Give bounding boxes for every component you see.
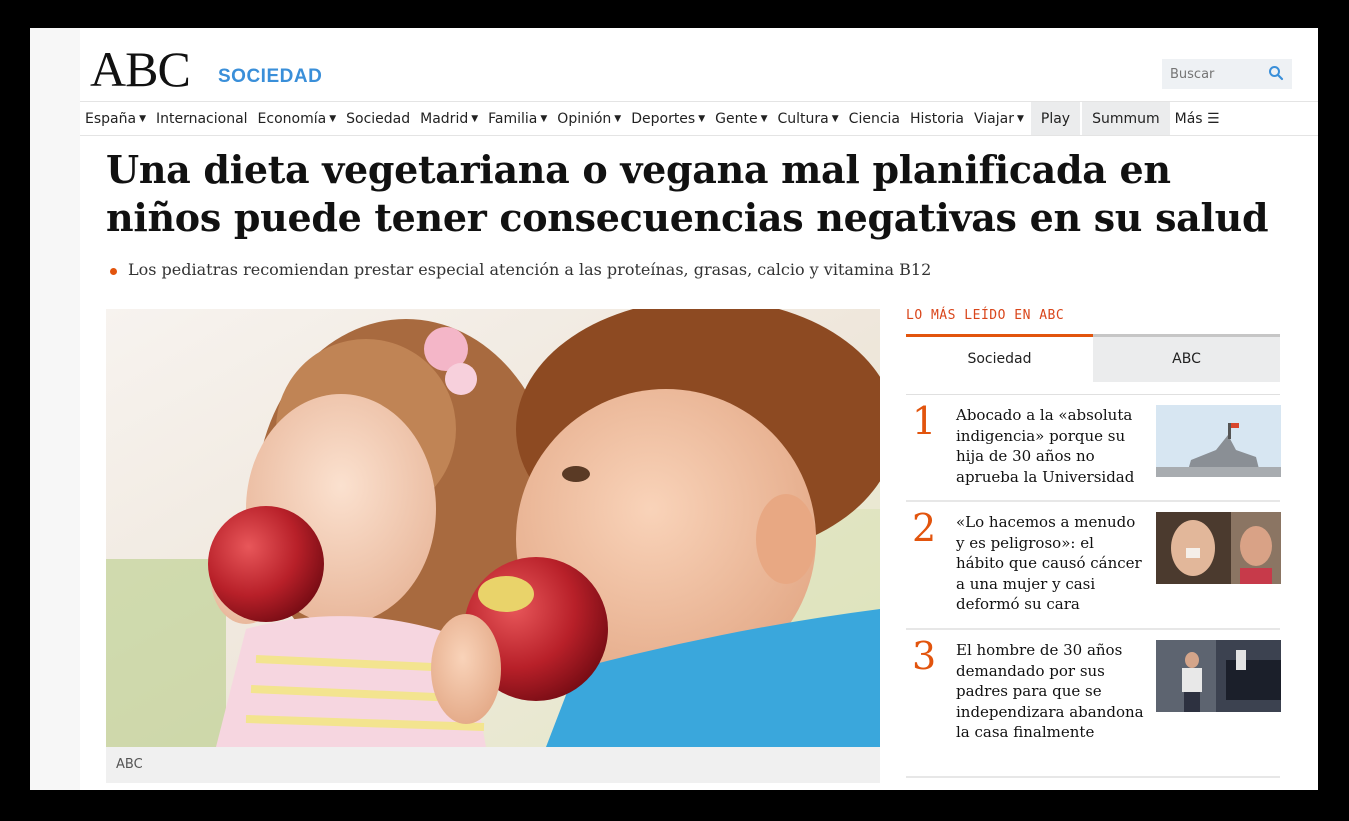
rank-thumbnail[interactable] — [1156, 512, 1281, 584]
nav-item-label: Opinión — [557, 110, 612, 127]
nav-item-label: Play — [1040, 110, 1071, 127]
caret-down-icon: ▼ — [540, 113, 548, 124]
search-box[interactable] — [1162, 59, 1292, 89]
article-subheadline: Los pediatras recomiendan prestar especi… — [110, 260, 931, 279]
photo-credit: ABC — [106, 747, 880, 783]
search-icon[interactable] — [1268, 65, 1284, 81]
tab-sociedad[interactable]: Sociedad — [906, 334, 1093, 382]
browser-viewport: ABC SOCIEDAD España▼InternacionalEconomí… — [30, 28, 1318, 790]
rank-thumbnail[interactable] — [1156, 405, 1281, 477]
nav-item-label: España — [85, 110, 137, 127]
building-image — [1156, 405, 1281, 477]
nav-item-label: Cultura — [777, 110, 829, 127]
rank-number: 1 — [912, 399, 937, 443]
nav-item-label: Deportes — [631, 110, 696, 127]
nav-item-familia[interactable]: Familia ▼ — [483, 102, 552, 135]
nav-item-españa[interactable]: España ▼ — [80, 102, 151, 135]
tab-abc[interactable]: ABC — [1093, 334, 1280, 382]
nav-item-label: Historia — [910, 110, 964, 127]
list-item[interactable]: 3 El hombre de 30 años demandado por sus… — [906, 630, 1281, 778]
nav-item-label: Ciencia — [848, 110, 900, 127]
nav-item-opinión[interactable]: Opinión ▼ — [552, 102, 626, 135]
nav-item-deportes[interactable]: Deportes ▼ — [626, 102, 710, 135]
nav-item-madrid[interactable]: Madrid ▼ — [415, 102, 483, 135]
article-headline: Una dieta vegetariana o vegana mal plani… — [106, 147, 1269, 240]
caret-down-icon: ▼ — [698, 113, 706, 124]
subheadline-text: Los pediatras recomiendan prestar especi… — [128, 260, 932, 279]
nav-item-play[interactable]: Play — [1030, 102, 1081, 135]
most-read-title: LO MÁS LEÍDO EN ABC — [906, 308, 1065, 323]
nav-item-label: Viajar — [974, 110, 1014, 127]
nav-item-label: Gente — [715, 110, 758, 127]
article-photo[interactable] — [106, 309, 880, 747]
caret-down-icon: ▼ — [1016, 113, 1024, 124]
rank-number: 2 — [912, 506, 937, 550]
abc-logo[interactable]: ABC — [90, 42, 191, 96]
nav-item-label: Sociedad — [346, 110, 411, 127]
search-input[interactable] — [1162, 66, 1265, 82]
rank-headline[interactable]: Abocado a la «absoluta indigencia» porqu… — [956, 405, 1146, 487]
caret-down-icon: ▼ — [329, 113, 337, 124]
news-page: ABC SOCIEDAD España▼InternacionalEconomí… — [80, 28, 1318, 790]
rank-headline[interactable]: «Lo hacemos a menudo y es peligroso»: el… — [956, 512, 1146, 615]
nav-item-cultura[interactable]: Cultura ▼ — [773, 102, 844, 135]
women-faces-image — [1156, 512, 1281, 584]
nav-item-label: Más ☰ — [1174, 110, 1220, 127]
rank-headline[interactable]: El hombre de 30 años demandado por sus p… — [956, 640, 1146, 743]
nav-item-economía[interactable]: Economía ▼ — [253, 102, 342, 135]
man-street-image — [1156, 640, 1281, 712]
screenshot-frame: ABC SOCIEDAD España▼InternacionalEconomí… — [6, 6, 1335, 805]
nav-item-más[interactable]: Más ☰ — [1170, 102, 1225, 135]
most-read-list: 1 Abocado a la «absoluta indigencia» por… — [906, 394, 1281, 778]
children-eating-apples-image — [106, 309, 880, 747]
most-read-tabs: Sociedad ABC — [906, 334, 1280, 382]
nav-item-gente[interactable]: Gente ▼ — [710, 102, 772, 135]
nav-item-label: Internacional — [155, 110, 248, 127]
nav-item-viajar[interactable]: Viajar ▼ — [969, 102, 1029, 135]
nav-item-historia[interactable]: Historia — [905, 102, 969, 135]
rank-thumbnail[interactable] — [1156, 640, 1281, 712]
nav-item-summum[interactable]: Summum — [1082, 102, 1170, 135]
nav-item-label: Economía — [257, 110, 327, 127]
nav-item-internacional[interactable]: Internacional — [151, 102, 253, 135]
main-nav: España ▼ Internacional Economía ▼ Sociedad Mad… — [80, 101, 1318, 136]
bullet-icon — [110, 268, 117, 275]
section-name[interactable]: SOCIEDAD — [218, 66, 322, 88]
nav-item-label: Summum — [1092, 110, 1160, 127]
nav-item-sociedad[interactable]: Sociedad — [341, 102, 415, 135]
caret-down-icon: ▼ — [139, 113, 146, 124]
list-item[interactable]: 2 «Lo hacemos a menudo y es peligroso»: … — [906, 502, 1281, 630]
nav-item-label: Familia — [488, 110, 538, 127]
caret-down-icon: ▼ — [831, 113, 839, 124]
nav-item-label: Madrid — [420, 110, 469, 127]
caret-down-icon: ▼ — [471, 113, 479, 124]
list-item[interactable]: 1 Abocado a la «absoluta indigencia» por… — [906, 395, 1281, 502]
nav-item-ciencia[interactable]: Ciencia — [844, 102, 905, 135]
caret-down-icon: ▼ — [760, 113, 768, 124]
caret-down-icon: ▼ — [614, 113, 622, 124]
rank-number: 3 — [912, 634, 937, 678]
most-read-panel: LO MÁS LEÍDO EN ABC Sociedad ABC 1 Aboca… — [906, 306, 1281, 778]
